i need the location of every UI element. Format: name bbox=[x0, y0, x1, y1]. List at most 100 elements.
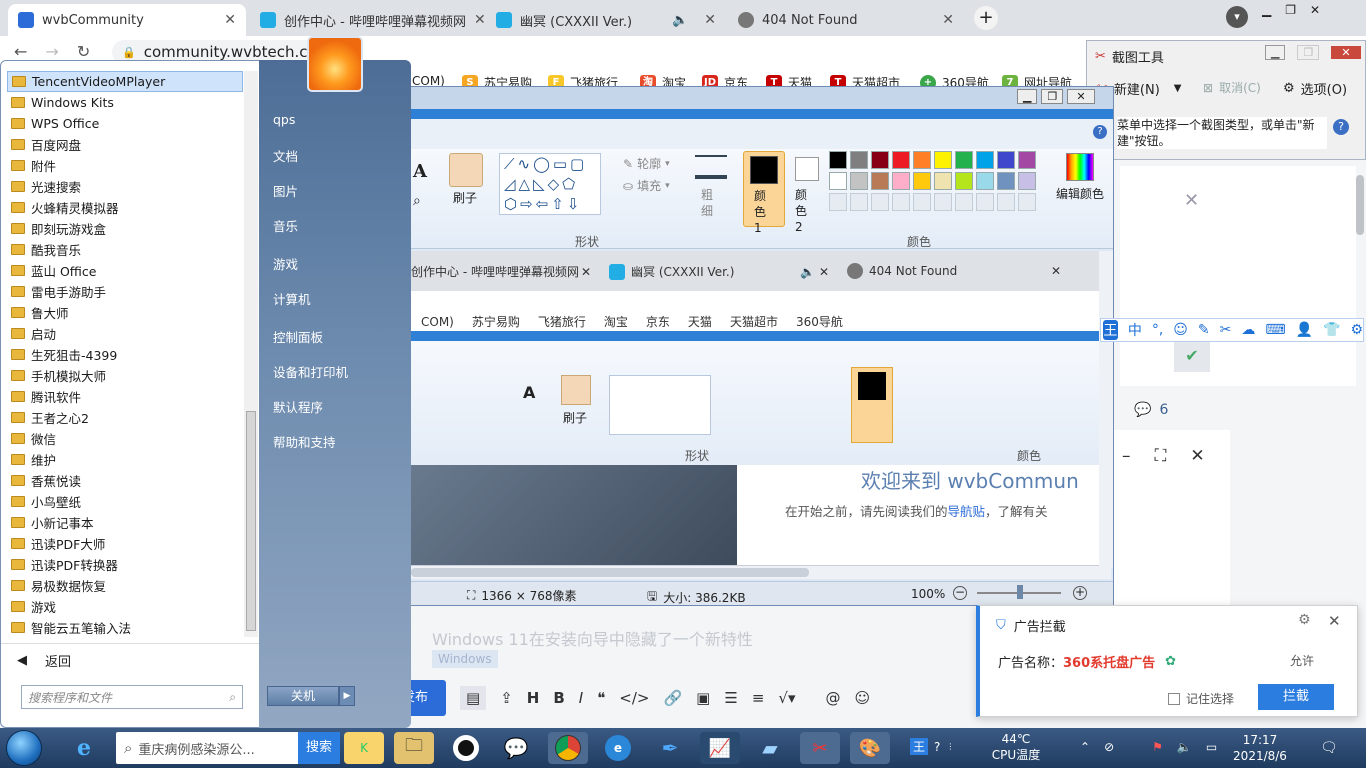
start-place-item[interactable]: 计算机 bbox=[273, 289, 311, 308]
outline-button[interactable]: ✎ 轮廓 ▾ bbox=[623, 155, 670, 172]
empty-swatch[interactable] bbox=[913, 193, 931, 211]
app-k-taskbar-icon[interactable]: K bbox=[344, 732, 384, 764]
shutdown-options-icon[interactable]: ▶ bbox=[339, 686, 355, 706]
block-button[interactable]: 拦截 bbox=[1258, 684, 1334, 710]
start-place-item[interactable]: 音乐 bbox=[273, 216, 298, 235]
image-gallery-icon[interactable]: ▤ bbox=[460, 686, 487, 710]
forward-icon[interactable]: → bbox=[45, 42, 58, 61]
bullet-list-icon[interactable]: ☰ bbox=[724, 689, 737, 707]
close-icon[interactable]: ✕ bbox=[1328, 612, 1341, 630]
start-place-item[interactable]: qps bbox=[273, 112, 295, 127]
empty-swatch[interactable] bbox=[1018, 193, 1036, 211]
formula-icon[interactable]: √▾ bbox=[778, 689, 795, 707]
empty-swatch[interactable] bbox=[871, 193, 889, 211]
shapes-gallery[interactable]: ⟋∿◯▭▢ ◿△◺◇⬠ ⬡⇨⇦⇧⇩ bbox=[499, 153, 601, 215]
snip-cancel-button[interactable]: ⊠ 取消(C) bbox=[1203, 79, 1261, 96]
palette-swatch[interactable] bbox=[892, 172, 910, 190]
scissors-icon[interactable]: ✂ bbox=[1220, 322, 1232, 338]
post-title[interactable]: Windows 11在安装向导中隐藏了一个新特性 bbox=[432, 626, 753, 650]
program-item[interactable]: 智能云五笔输入法 bbox=[7, 617, 243, 638]
program-item[interactable]: 小鸟壁纸 bbox=[7, 491, 243, 512]
back-button[interactable]: ◀ 返回 bbox=[17, 651, 71, 670]
program-item[interactable]: 香蕉悦读 bbox=[7, 470, 243, 491]
zoom-slider-thumb[interactable] bbox=[1017, 585, 1023, 599]
shutdown-button[interactable]: 关机 ▶ bbox=[267, 686, 355, 706]
keyboard-icon[interactable]: ⌨ bbox=[1265, 322, 1285, 338]
palette-swatch[interactable] bbox=[934, 172, 952, 190]
paint-taskbar-icon[interactable]: 🎨 bbox=[850, 732, 890, 764]
browser-taskbar-icon[interactable] bbox=[446, 732, 486, 764]
start-place-item[interactable]: 文档 bbox=[273, 146, 298, 165]
program-item[interactable]: 即刻玩游戏盒 bbox=[7, 218, 243, 239]
tab-404[interactable]: 404 Not Found ✕ bbox=[728, 4, 964, 36]
palette-swatch[interactable] bbox=[976, 172, 994, 190]
snipping-taskbar-icon[interactable]: ✂ bbox=[800, 732, 840, 764]
cloud-icon[interactable]: ☁ bbox=[1241, 322, 1255, 338]
palette-swatch[interactable] bbox=[955, 172, 973, 190]
chrome-taskbar-icon[interactable] bbox=[548, 732, 588, 764]
close-window-icon[interactable]: ✕ bbox=[1310, 3, 1320, 17]
program-item[interactable]: 火蜂精灵模拟器 bbox=[7, 197, 243, 218]
ime-logo-icon[interactable]: 王 bbox=[1103, 320, 1118, 340]
zoom-in-button[interactable]: + bbox=[1073, 586, 1087, 600]
palette-swatch[interactable] bbox=[871, 172, 889, 190]
palette-swatch[interactable] bbox=[871, 151, 889, 169]
show-hidden-icons[interactable]: ⌃ bbox=[1080, 740, 1090, 754]
close-icon[interactable]: ✕ bbox=[1190, 446, 1204, 466]
heading-icon[interactable]: H bbox=[527, 689, 540, 707]
close-icon[interactable]: ✕ bbox=[1184, 190, 1199, 211]
edit-colors-button[interactable]: 编辑颜色 bbox=[1049, 153, 1111, 202]
chevron-down-icon[interactable]: ▼ bbox=[1174, 83, 1182, 94]
palette-swatch[interactable] bbox=[850, 151, 868, 169]
start-place-item[interactable]: 设备和打印机 bbox=[273, 362, 348, 381]
new-tab-button[interactable]: + bbox=[974, 6, 998, 30]
back-icon[interactable]: ← bbox=[14, 42, 27, 61]
program-item[interactable]: 百度网盘 bbox=[7, 134, 243, 155]
start-place-item[interactable]: 默认程序 bbox=[273, 397, 323, 416]
ordered-list-icon[interactable]: ≡ bbox=[752, 689, 765, 707]
program-item[interactable]: 手机模拟大师 bbox=[7, 365, 243, 386]
user-avatar[interactable] bbox=[307, 36, 363, 92]
file-explorer-icon[interactable]: 🗀 bbox=[394, 732, 434, 764]
display-icon[interactable]: ▭ bbox=[1206, 740, 1217, 754]
image-icon[interactable]: ▣ bbox=[696, 689, 710, 707]
fill-button[interactable]: ⛀ 填充 ▾ bbox=[623, 177, 670, 194]
magnifier-icon[interactable]: ⌕ bbox=[413, 193, 421, 209]
gear-icon[interactable]: ⚙ bbox=[1350, 322, 1363, 338]
program-item[interactable]: 腾讯软件 bbox=[7, 386, 243, 407]
feather-app-icon[interactable]: ✒ bbox=[650, 732, 690, 764]
size-label[interactable]: 粗细 bbox=[701, 187, 721, 219]
text-tool-icon[interactable]: A bbox=[413, 161, 427, 182]
mention-icon[interactable]: @ bbox=[825, 689, 840, 707]
link-icon[interactable]: 🔗 bbox=[663, 689, 682, 707]
close-tab-icon[interactable]: ✕ bbox=[216, 12, 236, 28]
taskbar-search[interactable]: ⌕ 重庆病例感染源公... 搜索 bbox=[116, 732, 340, 764]
start-place-item[interactable]: 游戏 bbox=[273, 254, 298, 273]
minimize-icon[interactable]: – bbox=[1122, 446, 1131, 466]
gear-icon[interactable]: ⚙ bbox=[1298, 612, 1311, 628]
volume-icon[interactable]: 🔈 bbox=[1177, 740, 1192, 754]
start-search-field[interactable]: 搜索程序和文件 ⌕ bbox=[21, 685, 243, 709]
tab-youming[interactable]: 幽冥 (CXXXII Ver.) 🔈 ✕ bbox=[486, 4, 726, 36]
paint-h-scrollbar[interactable] bbox=[411, 565, 1111, 579]
program-item[interactable]: 酷我音乐 bbox=[7, 239, 243, 260]
post-tag[interactable]: Windows bbox=[432, 650, 498, 668]
palette-swatch[interactable] bbox=[892, 151, 910, 169]
palette-swatch[interactable] bbox=[829, 151, 847, 169]
maximize-icon[interactable]: ❐ bbox=[1297, 45, 1320, 60]
program-item[interactable]: 附件 bbox=[7, 155, 243, 176]
palette-swatch[interactable] bbox=[1018, 151, 1036, 169]
audio-playing-icon[interactable]: 🔈 bbox=[672, 13, 688, 28]
palette-swatch[interactable] bbox=[829, 172, 847, 190]
empty-swatch[interactable] bbox=[850, 193, 868, 211]
scroll-thumb[interactable] bbox=[246, 411, 256, 631]
program-item[interactable]: 迅读PDF大师 bbox=[7, 533, 243, 554]
help-icon[interactable]: ? bbox=[1333, 119, 1349, 135]
paint-v-scrollbar[interactable] bbox=[1099, 251, 1113, 567]
color2-selector[interactable]: 颜色 2 bbox=[789, 151, 827, 234]
program-item[interactable]: 启动 bbox=[7, 323, 243, 344]
bold-icon[interactable]: B bbox=[553, 689, 564, 707]
palette-swatch[interactable] bbox=[997, 151, 1015, 169]
program-item[interactable]: TencentVideoMPlayer bbox=[7, 71, 243, 92]
palette-swatch[interactable] bbox=[913, 172, 931, 190]
